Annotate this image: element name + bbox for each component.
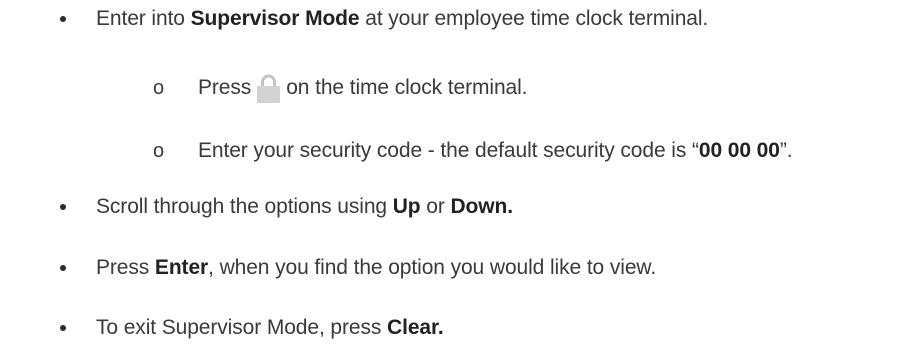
item-text-pre: Scroll through the options using [96, 195, 393, 218]
item-text-post: ”. [779, 139, 793, 162]
item-text-mid: or [420, 195, 451, 218]
clear-key-label: Clear. [387, 316, 444, 339]
item-text-pre: Press [198, 76, 252, 99]
down-key-label: Down. [450, 195, 513, 218]
item-text-post: at your employee time clock terminal. [359, 7, 709, 30]
bullet [60, 325, 66, 331]
sub-bullet-marker: o [153, 76, 165, 99]
item-text-post: , when you find the option you would lik… [208, 256, 657, 279]
item-text-post: on the time clock terminal. [286, 76, 528, 99]
item-text-pre: Press [96, 256, 155, 279]
bullet [60, 16, 66, 22]
bullet [60, 265, 66, 271]
enter-key-label: Enter [154, 256, 209, 279]
item-text-pre: Enter your security code - the default s… [198, 139, 699, 162]
bullet [60, 204, 66, 210]
item-text-bold: Supervisor Mode [190, 7, 360, 30]
item-text-pre: Enter into [96, 7, 191, 30]
sub-bullet-marker: o [153, 139, 165, 162]
lock-icon [257, 74, 281, 103]
item-text-pre: To exit Supervisor Mode, press [96, 316, 388, 339]
up-key-label: Up [392, 195, 421, 218]
default-security-code: 00 00 00 [698, 139, 780, 162]
